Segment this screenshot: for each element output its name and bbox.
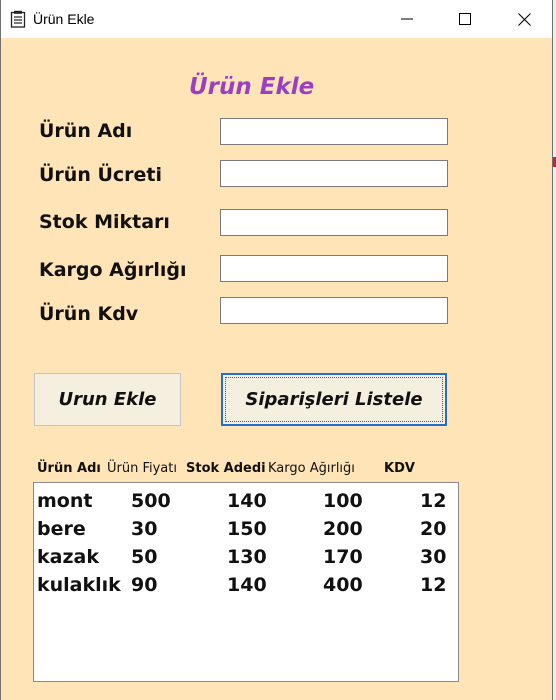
cell-name: kulaklık	[37, 574, 121, 596]
cell-vat: 12	[420, 490, 447, 512]
cell-vat: 20	[420, 518, 447, 540]
cell-name: bere	[37, 518, 86, 540]
list-item[interactable]: kazak 50 130 170 30	[34, 546, 458, 574]
cell-price: 50	[131, 546, 158, 568]
product-name-label: Ürün Adı	[39, 120, 133, 142]
cell-vat: 30	[420, 546, 447, 568]
add-product-button[interactable]: Urun Ekle	[34, 373, 181, 426]
column-header-vat: KDV	[384, 461, 415, 476]
orders-listbox[interactable]: mont 500 140 100 12 bere 30 150 200 20 k…	[33, 482, 459, 682]
list-orders-button[interactable]: Siparişleri Listele	[221, 373, 447, 426]
form-icon	[10, 10, 26, 28]
column-header-name: Ürün Adı	[37, 461, 101, 476]
maximize-icon	[459, 13, 471, 25]
close-button[interactable]	[501, 0, 547, 38]
column-header-price: Ürün Fiyatı	[107, 461, 177, 476]
column-header-stock: Stok Adedi	[186, 461, 266, 476]
cell-stock: 150	[227, 518, 267, 540]
column-header-weight: Kargo Ağırlığı	[268, 461, 355, 476]
add-product-button-label: Urun Ekle	[58, 389, 157, 410]
list-item[interactable]: mont 500 140 100 12	[34, 490, 458, 518]
product-name-input[interactable]	[220, 118, 448, 145]
product-price-input[interactable]	[220, 160, 448, 187]
focus-rectangle	[225, 377, 443, 422]
cell-name: kazak	[37, 546, 99, 568]
window-title: Ürün Ekle	[33, 11, 95, 27]
cell-weight: 100	[323, 490, 363, 512]
title-bar[interactable]: Ürün Ekle	[1, 0, 552, 38]
cell-stock: 140	[227, 574, 267, 596]
minimize-button[interactable]	[384, 0, 430, 38]
cell-stock: 140	[227, 490, 267, 512]
cell-vat: 12	[420, 574, 447, 596]
form-heading: Ürün Ekle	[189, 74, 315, 100]
list-item[interactable]: kulaklık 90 140 400 12	[34, 574, 458, 602]
maximize-button[interactable]	[442, 0, 488, 38]
product-vat-label: Ürün Kdv	[39, 303, 139, 325]
product-price-label: Ürün Ücreti	[39, 164, 163, 186]
cell-weight: 400	[323, 574, 363, 596]
app-window: Ürün Ekle Ürün Ekle Ürün Adı Ürün Ücreti…	[0, 0, 553, 700]
product-vat-input[interactable]	[220, 297, 448, 324]
close-icon	[517, 12, 531, 26]
stock-quantity-label: Stok Miktarı	[39, 211, 170, 233]
cell-price: 500	[131, 490, 171, 512]
cell-price: 30	[131, 518, 158, 540]
stock-quantity-input[interactable]	[220, 209, 448, 236]
cell-weight: 170	[323, 546, 363, 568]
list-item[interactable]: bere 30 150 200 20	[34, 518, 458, 546]
shipping-weight-input[interactable]	[220, 255, 448, 282]
cell-stock: 130	[227, 546, 267, 568]
minimize-icon	[401, 18, 413, 20]
cell-price: 90	[131, 574, 158, 596]
cell-weight: 200	[323, 518, 363, 540]
shipping-weight-label: Kargo Ağırlığı	[39, 259, 187, 281]
cell-name: mont	[37, 490, 93, 512]
